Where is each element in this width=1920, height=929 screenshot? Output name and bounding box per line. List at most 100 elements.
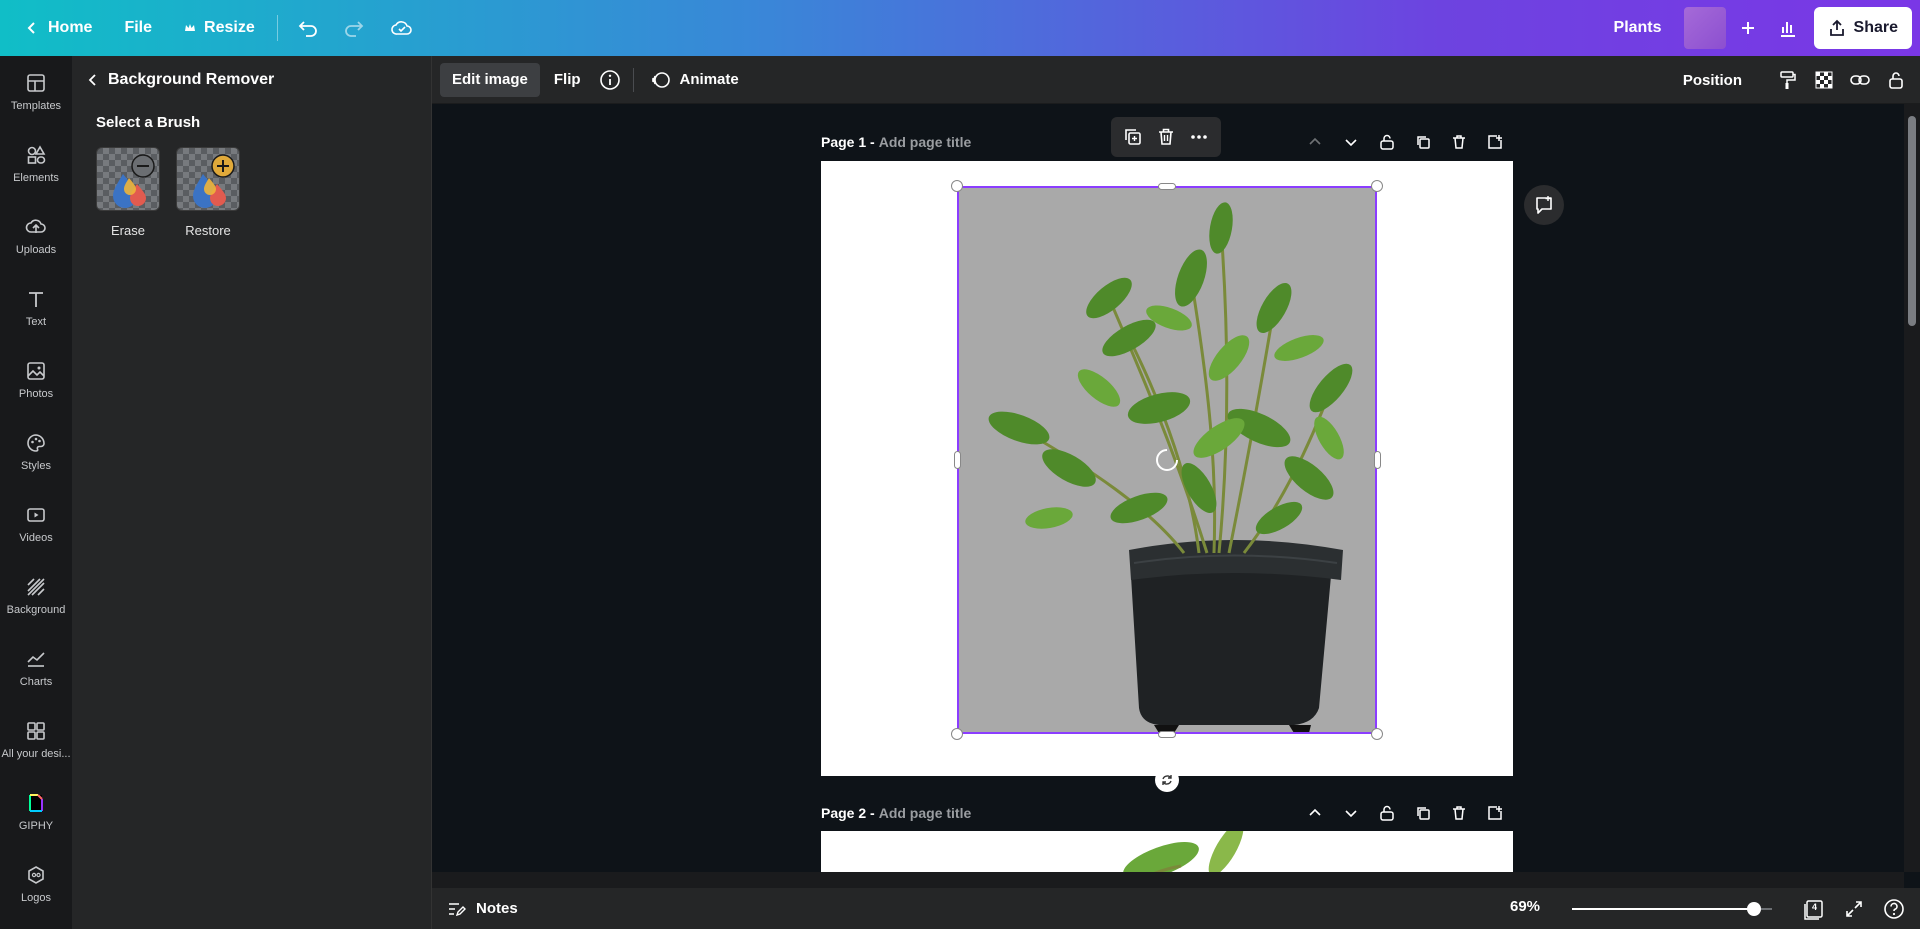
home-button[interactable]: Home — [12, 8, 104, 48]
erase-brush-button[interactable]: Erase — [96, 147, 160, 238]
rail-item-text[interactable]: Text — [0, 272, 72, 344]
rail-item-uploads[interactable]: Uploads — [0, 200, 72, 272]
resize-handle-top[interactable] — [1158, 183, 1176, 190]
rail-label: Logos — [21, 892, 51, 904]
vertical-scrollbar[interactable] — [1904, 104, 1920, 872]
flip-label: Flip — [553, 71, 581, 88]
add-collaborator-button[interactable] — [1728, 8, 1768, 48]
resize-handle-bottom[interactable] — [1158, 731, 1176, 738]
undo-button[interactable] — [288, 8, 328, 48]
page-delete-button[interactable] — [1441, 801, 1477, 825]
cloud-save-button[interactable] — [382, 8, 422, 48]
all-designs-icon — [27, 722, 45, 740]
add-comment-button[interactable] — [1524, 185, 1564, 225]
link-button[interactable] — [1842, 62, 1878, 98]
rotate-icon — [1162, 775, 1172, 785]
vertical-scroll-thumb[interactable] — [1908, 116, 1916, 326]
rail-label: Styles — [21, 460, 51, 472]
rail-label: All your desi... — [1, 748, 71, 760]
rail-item-background[interactable]: Background — [0, 560, 72, 632]
horizontal-scrollbar[interactable] — [432, 872, 1904, 888]
element-more-button[interactable] — [1189, 127, 1209, 147]
zoom-slider-knob[interactable] — [1746, 902, 1761, 916]
element-duplicate-button[interactable] — [1123, 127, 1143, 147]
help-button[interactable] — [1874, 894, 1914, 924]
transparency-icon — [1815, 71, 1833, 89]
page-duplicate-button[interactable] — [1405, 801, 1441, 825]
element-delete-button[interactable] — [1156, 127, 1176, 147]
rail-item-styles[interactable]: Styles — [0, 416, 72, 488]
resize-handle-right[interactable] — [1374, 451, 1381, 469]
copy-style-button[interactable] — [1770, 62, 1806, 98]
chevron-down-icon — [1345, 139, 1357, 147]
page-2-title-input[interactable]: Add page title — [879, 805, 972, 821]
page-move-down-button[interactable] — [1333, 130, 1369, 154]
undo-icon — [298, 21, 317, 37]
page-move-up-button[interactable] — [1297, 130, 1333, 154]
rail-item-templates[interactable]: Templates — [0, 56, 72, 128]
rail-item-all-designs[interactable]: All your desi... — [0, 704, 72, 776]
edit-image-button[interactable]: Edit image — [440, 62, 540, 97]
page-add-button[interactable] — [1477, 801, 1513, 825]
position-button[interactable]: Position — [1669, 63, 1756, 97]
brush-list: Erase Restore — [96, 147, 431, 238]
comment-add-icon — [1536, 196, 1552, 214]
resize-label: Resize — [204, 19, 255, 36]
zoom-percentage[interactable]: 69% — [1510, 898, 1540, 915]
resize-handle-top-left[interactable] — [951, 180, 963, 192]
ctx-right-tools: Position — [1669, 62, 1914, 98]
selected-plant-image[interactable] — [957, 186, 1377, 734]
rail-item-videos[interactable]: Videos — [0, 488, 72, 560]
page-1-canvas[interactable] — [821, 161, 1513, 776]
redo-button[interactable] — [334, 8, 374, 48]
duplicate-icon — [1417, 136, 1430, 149]
page-delete-button[interactable] — [1441, 130, 1477, 154]
panel-back-button[interactable]: Background Remover — [72, 56, 431, 104]
rail-item-elements[interactable]: Elements — [0, 128, 72, 200]
rail-item-giphy[interactable]: GIPHY — [0, 776, 72, 848]
notes-button[interactable]: Notes — [446, 899, 518, 919]
page-move-up-button[interactable] — [1297, 801, 1333, 825]
duplicate-icon — [1417, 807, 1430, 820]
insights-button[interactable] — [1768, 8, 1808, 48]
resize-handle-top-right[interactable] — [1371, 180, 1383, 192]
edit-image-label: Edit image — [452, 71, 528, 88]
page-1-title-input[interactable]: Add page title — [879, 134, 972, 150]
rotate-handle[interactable] — [1155, 768, 1179, 792]
transparency-button[interactable] — [1806, 62, 1842, 98]
restore-brush-button[interactable]: Restore — [176, 147, 240, 238]
page-view-button[interactable]: 4 — [1794, 894, 1834, 924]
page-lock-button[interactable] — [1369, 801, 1405, 825]
rail-label: Text — [25, 316, 47, 328]
fullscreen-button[interactable] — [1834, 894, 1874, 924]
cloud-check-icon — [390, 21, 412, 35]
flip-button[interactable]: Flip — [542, 63, 593, 97]
help-icon — [1884, 899, 1904, 919]
page-add-button[interactable] — [1477, 130, 1513, 154]
share-button[interactable]: Share — [1813, 7, 1912, 49]
page-move-down-button[interactable] — [1333, 801, 1369, 825]
rail-item-photos[interactable]: Photos — [0, 344, 72, 416]
page-duplicate-button[interactable] — [1405, 130, 1441, 154]
add-page-icon — [1488, 806, 1502, 820]
resize-handle-bottom-left[interactable] — [951, 728, 963, 740]
panel-title: Background Remover — [108, 71, 275, 88]
duplicate-icon — [1125, 129, 1142, 145]
avatar[interactable] — [1683, 7, 1726, 49]
page-1-tools — [1297, 130, 1513, 154]
file-menu-button[interactable]: File — [112, 8, 164, 48]
animate-button[interactable]: Animate — [638, 63, 751, 97]
lock-button[interactable] — [1878, 62, 1914, 98]
resize-button[interactable]: Resize — [172, 8, 267, 48]
page-lock-button[interactable] — [1369, 130, 1405, 154]
rail-item-logos[interactable]: Logos — [0, 848, 72, 920]
resize-handle-bottom-right[interactable] — [1371, 728, 1383, 740]
chevron-up-icon — [1309, 137, 1321, 145]
page-2-canvas[interactable] — [821, 831, 1513, 872]
resize-handle-left[interactable] — [954, 451, 961, 469]
zoom-slider[interactable] — [1572, 902, 1772, 916]
project-name[interactable]: Plants — [1614, 19, 1662, 37]
info-button[interactable] — [593, 63, 627, 97]
rail-item-charts[interactable]: Charts — [0, 632, 72, 704]
chevron-left-icon — [27, 22, 35, 34]
